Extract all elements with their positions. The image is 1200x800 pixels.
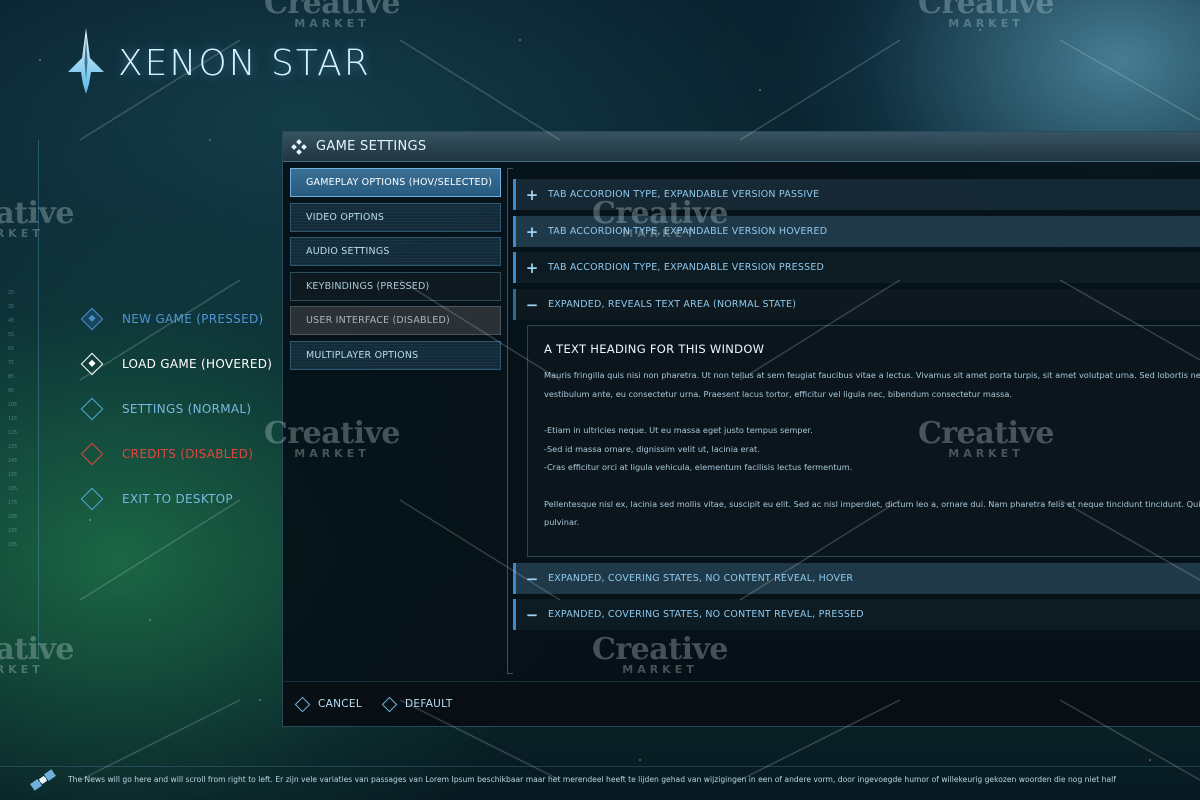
window-title: GAME SETTINGS [316, 139, 427, 154]
game-logo: XENON STAR [66, 28, 371, 98]
accordion-covering-hover[interactable]: − EXPANDED, COVERING STATES, NO CONTENT … [513, 563, 1200, 594]
menu-label: EXIT TO DESKTOP [122, 491, 233, 506]
accordion-pressed[interactable]: + TAB ACCORDION TYPE, EXPANDABLE VERSION… [513, 252, 1200, 283]
window-footer: CANCEL DEFAULT [283, 681, 1200, 726]
ruler-tick: 185 [8, 514, 18, 520]
diamond-icon [80, 307, 104, 330]
diamond-icon [80, 442, 104, 465]
watermark-sub: MARKET [0, 663, 44, 676]
text-bullet: -Cras efficitur orci at ligula vehicula,… [544, 462, 853, 472]
ruler-tick: 45 [8, 318, 15, 324]
menu-label: NEW GAME (PRESSED) [122, 311, 264, 326]
diamond-icon [80, 487, 104, 510]
menu-label: CREDITS (DISABLED) [122, 446, 254, 461]
minus-icon: − [525, 605, 539, 624]
tab-multiplayer-options[interactable]: MULTIPLAYER OPTIONS [290, 340, 501, 370]
accordion-label: TAB ACCORDION TYPE, EXPANDABLE VERSION H… [548, 226, 828, 237]
accordion-passive[interactable]: + TAB ACCORDION TYPE, EXPANDABLE VERSION… [513, 179, 1200, 210]
ruler-tick: 85 [8, 374, 15, 380]
game-settings-window: GAME SETTINGS GAMEPLAY OPTIONS (HOV/SELE… [282, 131, 1200, 727]
watermark-word: Creative [264, 0, 400, 21]
accordion-label: TAB ACCORDION TYPE, EXPANDABLE VERSION P… [548, 262, 825, 273]
menu-label: SETTINGS (NORMAL) [122, 401, 252, 416]
text-bullet: -Sed id massa ornare, dignissim velit ut… [544, 443, 760, 454]
menu-label: LOAD GAME (HOVERED) [122, 356, 273, 371]
ruler-tick: 125 [8, 430, 18, 436]
settings-tabs: GAMEPLAY OPTIONS (HOV/SELECTED) VIDEO OP… [290, 168, 501, 376]
ruler-tick: 195 [8, 528, 18, 534]
tab-user-interface[interactable]: USER INTERFACE (DISABLED) [290, 306, 501, 336]
plus-icon: + [525, 222, 539, 241]
ruler-tick: 115 [8, 416, 18, 422]
text-paragraph: Mauris fringilla quis nisi non pharetra.… [544, 370, 1200, 380]
accordion-hovered[interactable]: + TAB ACCORDION TYPE, EXPANDABLE VERSION… [513, 216, 1200, 247]
settings-diamonds-icon [291, 138, 307, 155]
ruler-tick: 105 [8, 402, 18, 408]
ship-logo-icon [68, 28, 104, 94]
ruler-tick: 65 [8, 346, 15, 352]
ruler-tick: 25 [8, 290, 15, 296]
ruler-tick: 155 [8, 472, 18, 478]
text-paragraph: pulvinar. [544, 517, 580, 527]
plus-icon: + [525, 258, 539, 277]
watermark: Creative MARKET [918, 0, 1054, 30]
ruler-tick: 135 [8, 444, 18, 450]
news-text: The News will go here and will scroll fr… [68, 775, 1116, 784]
plus-icon: + [525, 185, 539, 204]
ruler-tick: 35 [8, 304, 15, 310]
accordion-covering-pressed[interactable]: − EXPANDED, COVERING STATES, NO CONTENT … [513, 599, 1200, 630]
diamond-icon [294, 696, 311, 712]
side-ruler: 25 35 45 55 65 75 85 95 105 115 125 135 145 155 165 175… [0, 140, 46, 660]
game-title: XENON STAR [118, 42, 371, 84]
menu-load-game[interactable]: LOAD GAME (HOVERED) [80, 341, 272, 386]
ruler-tick: 205 [8, 542, 18, 548]
text-paragraph: Pellentesque nisl ex, lacinia sed mollis… [544, 498, 1200, 509]
menu-new-game[interactable]: NEW GAME (PRESSED) [80, 296, 272, 341]
ruler-tick: 75 [8, 360, 15, 366]
menu-credits[interactable]: CREDITS (DISABLED) [80, 431, 272, 476]
minus-icon: − [525, 569, 539, 588]
menu-settings[interactable]: SETTINGS (NORMAL) [80, 386, 272, 431]
ruler-line [38, 140, 39, 660]
ruler-tick: 55 [8, 332, 15, 338]
text-paragraph: vestibulum ante, eu consectetur urna. Pr… [544, 388, 1012, 399]
menu-exit-to-desktop[interactable]: EXIT TO DESKTOP [80, 476, 272, 521]
cancel-label: CANCEL [318, 698, 362, 710]
text-heading: A TEXT HEADING FOR THIS WINDOW [544, 342, 765, 356]
diamond-icon [381, 696, 398, 712]
window-header: GAME SETTINGS [283, 132, 1200, 162]
accordion-label: EXPANDED, COVERING STATES, NO CONTENT RE… [548, 609, 864, 620]
default-button[interactable]: DEFAULT [381, 696, 453, 712]
tab-video-options[interactable]: VIDEO OPTIONS [290, 202, 501, 232]
news-ticker: The News will go here and will scroll fr… [0, 766, 1200, 792]
tab-keybindings[interactable]: KEYBINDINGS (PRESSED) [290, 271, 501, 301]
minus-icon: − [525, 295, 539, 314]
default-label: DEFAULT [405, 698, 453, 710]
ruler-tick: 145 [8, 458, 18, 464]
accordion-expanded[interactable]: − EXPANDED, REVEALS TEXT AREA (NORMAL ST… [513, 289, 1200, 320]
accordion-label: EXPANDED, REVEALS TEXT AREA (NORMAL STAT… [548, 299, 797, 310]
text-bullet: -Etiam in ultricies neque. Ut eu massa e… [544, 425, 813, 435]
accordion-text-area: A TEXT HEADING FOR THIS WINDOW Mauris fr… [527, 325, 1200, 557]
ruler-tick: 95 [8, 388, 15, 394]
diamond-icon [80, 397, 104, 420]
ruler-tick: 165 [8, 486, 18, 492]
cancel-button[interactable]: CANCEL [294, 696, 362, 712]
watermark-word: Creative [918, 0, 1054, 21]
ruler-tick: 175 [8, 500, 18, 506]
accordion-label: TAB ACCORDION TYPE, EXPANDABLE VERSION P… [548, 189, 820, 200]
watermark-sub: MARKET [948, 17, 1024, 30]
tab-audio-settings[interactable]: AUDIO SETTINGS [290, 237, 501, 267]
accordion-label: EXPANDED, COVERING STATES, NO CONTENT RE… [548, 573, 854, 584]
satellite-icon [30, 768, 56, 791]
watermark: Creative MARKET [264, 0, 400, 30]
main-menu: NEW GAME (PRESSED) LOAD GAME (HOVERED) S… [80, 296, 272, 521]
diamond-icon [80, 352, 104, 375]
tab-gameplay-options[interactable]: GAMEPLAY OPTIONS (HOV/SELECTED) [290, 168, 501, 197]
